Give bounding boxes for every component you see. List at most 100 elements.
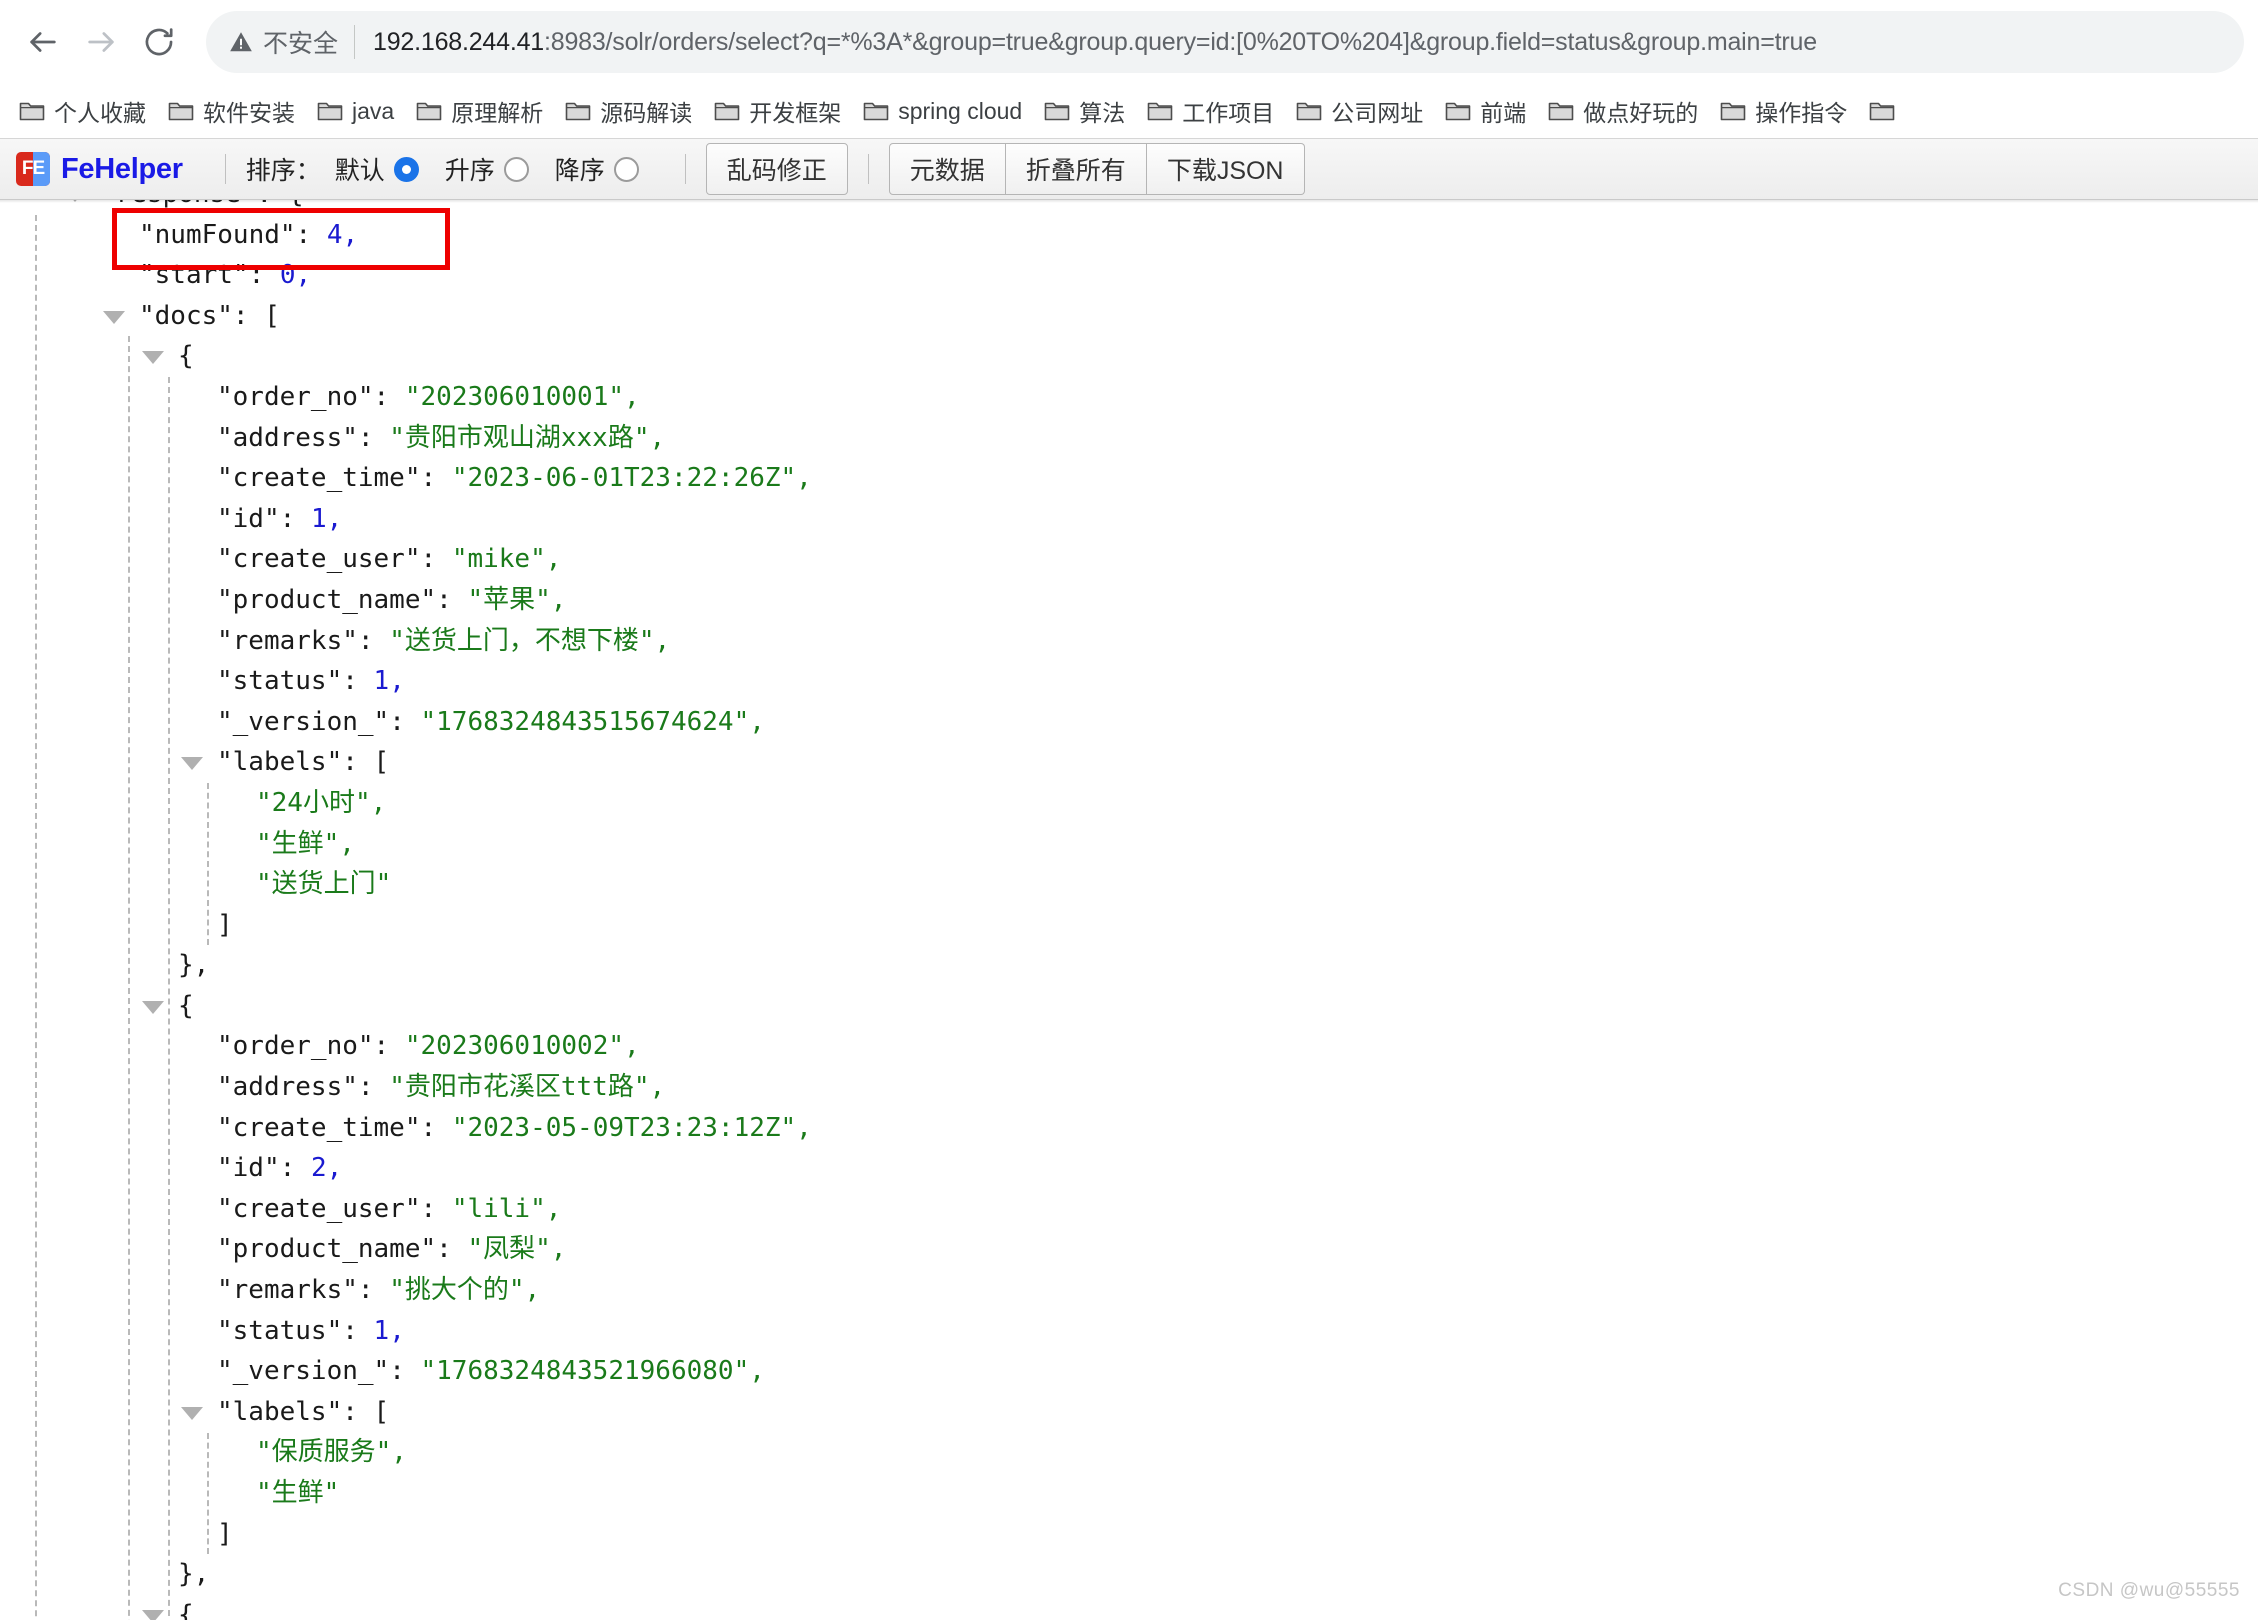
bookmark-item[interactable]: 软件安装	[157, 89, 306, 133]
json-line-text: "start": 0,	[139, 260, 312, 291]
address-bar[interactable]: 不安全 192.168.244.41:8983/solr/orders/sele…	[206, 11, 2244, 73]
json-line-text: "labels": [	[217, 1396, 390, 1427]
json-line-text: "_version_": "1768324843521966080",	[217, 1356, 765, 1387]
json-line-text: "保质服务",	[256, 1437, 407, 1468]
collapse-triangle-icon[interactable]	[142, 351, 164, 365]
collapse-all-button[interactable]: 折叠所有	[1005, 143, 1147, 195]
json-line: },	[0, 1554, 2258, 1595]
bookmark-item[interactable]: 工作项目	[1136, 89, 1285, 133]
fehelper-mark-icon: FE	[16, 152, 50, 186]
bookmark-item[interactable]: 源码解读	[554, 89, 703, 133]
bookmark-item[interactable]: 个人收藏	[8, 89, 157, 133]
toolbar-divider-1	[224, 154, 226, 184]
bookmark-item[interactable]: 公司网址	[1285, 89, 1434, 133]
collapse-triangle-icon[interactable]	[103, 310, 125, 324]
folder-icon	[714, 102, 740, 121]
json-line-text: },	[178, 950, 210, 981]
collapse-triangle-icon[interactable]	[181, 1406, 203, 1420]
bookmarks-bar: 个人收藏 软件安装 java 原理解析 源码解读 开发框架 spring cloud 算法 工作…	[0, 84, 2258, 138]
folder-icon	[1147, 102, 1173, 121]
json-line: "24小时",	[0, 783, 2258, 824]
json-line-text: "生鲜"	[256, 1478, 340, 1508]
sort-option-asc[interactable]: 升序	[445, 151, 529, 187]
bookmark-item[interactable]: spring cloud	[852, 93, 1033, 130]
folder-icon	[416, 102, 442, 121]
json-line: "docs": [	[0, 296, 2258, 337]
bookmark-item[interactable]: 算法	[1033, 89, 1136, 133]
folder-icon	[1548, 102, 1574, 121]
bookmark-item[interactable]: 做点好玩的	[1537, 89, 1709, 133]
json-line: "labels": [	[0, 1392, 2258, 1433]
folder-icon	[1044, 102, 1070, 121]
json-line: "labels": [	[0, 742, 2258, 783]
forward-button[interactable]	[72, 13, 130, 71]
security-status[interactable]: 不安全	[228, 24, 354, 60]
url-host: 192.168.244.41	[373, 27, 544, 56]
fix-encoding-button[interactable]: 乱码修正	[705, 143, 848, 195]
security-status-label: 不安全	[263, 30, 339, 58]
json-line: "id": 1,	[0, 499, 2258, 540]
bookmark-item[interactable]	[1858, 94, 1915, 128]
reload-button[interactable]	[130, 13, 188, 71]
collapse-triangle-icon[interactable]	[142, 1000, 164, 1014]
folder-icon	[168, 102, 194, 121]
back-button[interactable]	[14, 13, 72, 71]
back-arrow-icon	[30, 32, 56, 52]
sort-option-desc[interactable]: 降序	[555, 151, 639, 187]
json-line: "status": 1,	[0, 661, 2258, 702]
download-json-button[interactable]: 下载JSON	[1146, 143, 1305, 195]
json-line: "numFound": 4,	[0, 215, 2258, 256]
json-line: "create_time": "2023-06-01T23:22:26Z",	[0, 458, 2258, 499]
bookmark-label: 前端	[1480, 100, 1527, 126]
bookmark-label: 操作指令	[1755, 100, 1848, 126]
bookmark-label: 个人收藏	[54, 100, 146, 126]
json-line: {	[0, 336, 2258, 377]
bookmark-item[interactable]: 前端	[1434, 89, 1537, 133]
json-line: ]	[0, 905, 2258, 946]
sort-option-asc-radio[interactable]	[503, 156, 529, 182]
omnibox-divider	[354, 25, 356, 59]
collapse-triangle-icon[interactable]	[181, 757, 203, 771]
folder-icon	[863, 102, 889, 121]
json-line: "生鲜"	[0, 1473, 2258, 1514]
sort-option-desc-label: 降序	[554, 157, 605, 185]
json-line-text: "create_time": "2023-06-01T23:22:26Z",	[217, 463, 812, 494]
sort-control-group: 排序： 默认 升序 降序	[246, 151, 665, 187]
json-line-text: {	[178, 990, 194, 1021]
metadata-button[interactable]: 元数据	[888, 143, 1006, 195]
bookmark-item[interactable]: 操作指令	[1709, 89, 1858, 133]
json-line: "order_no": "202306010001",	[0, 377, 2258, 418]
watermark-label: CSDN @wu@55555	[2058, 1580, 2240, 1602]
sort-option-default-label: 默认	[334, 157, 385, 185]
collapse-triangle-icon[interactable]	[142, 1609, 164, 1620]
bookmark-label: java	[352, 97, 395, 124]
bookmark-item[interactable]: 原理解析	[405, 89, 554, 133]
json-content: "response": {"numFound": 4,"start": 0,"d…	[0, 200, 2258, 1620]
toolbar-divider-2	[684, 154, 686, 184]
json-line: "id": 2,	[0, 1148, 2258, 1189]
sort-option-default[interactable]: 默认	[335, 151, 419, 187]
json-line-text: "生鲜",	[256, 828, 355, 859]
sort-option-default-radio[interactable]	[393, 156, 419, 182]
bookmark-label: 开发框架	[749, 100, 842, 126]
json-line: "address": "贵阳市花溪区ttt路",	[0, 1067, 2258, 1108]
sort-option-desc-radio[interactable]	[613, 156, 639, 182]
folder-icon	[1720, 102, 1746, 121]
bookmark-label: 工作项目	[1182, 100, 1275, 126]
json-line: },	[0, 945, 2258, 986]
url-text: 192.168.244.41:8983/solr/orders/select?q…	[373, 28, 1817, 57]
json-line-text: "address": "贵阳市花溪区ttt路",	[217, 1072, 666, 1103]
bookmark-label: spring cloud	[898, 97, 1023, 124]
json-line: "product_name": "苹果",	[0, 580, 2258, 621]
json-line: ]	[0, 1514, 2258, 1555]
json-line: "start": 0,	[0, 255, 2258, 296]
reload-icon	[145, 28, 173, 56]
json-line: "remarks": "挑大个的",	[0, 1270, 2258, 1311]
bookmark-item[interactable]: java	[306, 93, 405, 130]
json-line: {	[0, 986, 2258, 1027]
bookmark-item[interactable]: 开发框架	[703, 89, 852, 133]
json-line: "保质服务",	[0, 1432, 2258, 1473]
json-line-text: "address": "贵阳市观山湖xxx路",	[217, 422, 666, 453]
fehelper-mark-text: FE	[21, 158, 45, 179]
json-viewer-pane[interactable]: "response": {"numFound": 4,"start": 0,"d…	[0, 200, 2258, 1620]
